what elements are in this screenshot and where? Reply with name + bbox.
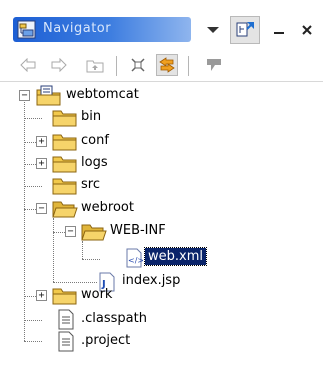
open-folder-icon — [81, 222, 107, 246]
focus-on-active-task-icon[interactable] — [230, 16, 260, 44]
collapse-toggle-icon[interactable]: − — [19, 90, 30, 101]
text-file-icon — [57, 331, 75, 357]
view-title: Navigator — [43, 21, 112, 36]
tree-item-label: bin — [81, 109, 102, 124]
tree-item-label: .classpath — [81, 311, 147, 326]
tree-item-label: work — [81, 287, 113, 302]
tree-item-label: webroot — [81, 200, 134, 215]
minimize-icon[interactable] — [266, 17, 292, 42]
view-tab[interactable]: Navigator — [13, 17, 191, 42]
resource-tree: − webtomcat bin + conf + logs src − webr… — [0, 82, 323, 371]
view-menu-icon[interactable] — [200, 17, 226, 42]
tree-item-label: conf — [81, 133, 109, 148]
navigator-view: Navigator − webtomcat bin + conf + logs … — [0, 0, 323, 371]
filter-icon[interactable] — [203, 54, 225, 76]
tree-item-project-file[interactable]: .project — [0, 331, 323, 353]
expand-toggle-icon[interactable]: + — [36, 290, 47, 301]
open-folder-icon — [52, 199, 78, 223]
forward-arrow-icon[interactable] — [48, 54, 70, 76]
collapse-toggle-icon[interactable]: − — [65, 226, 76, 237]
back-arrow-icon[interactable] — [17, 54, 39, 76]
tree-item-classpath[interactable]: .classpath — [0, 309, 323, 331]
tree-item-label: logs — [81, 155, 108, 170]
navigator-toolbar — [0, 52, 323, 78]
folder-icon — [52, 108, 78, 132]
toolbar-separator — [116, 56, 117, 76]
link-with-editor-icon[interactable] — [156, 54, 178, 76]
tree-item-web-xml[interactable]: </> web.xml — [0, 247, 323, 269]
navigator-view-icon — [17, 20, 36, 39]
tree-item-label: webtomcat — [66, 87, 139, 102]
folder-icon — [52, 286, 78, 310]
view-title-bar: Navigator — [0, 13, 323, 51]
svg-text:</>: </> — [128, 256, 143, 265]
xml-file-icon: </> — [125, 248, 144, 272]
tree-item-work[interactable]: + work — [0, 285, 323, 307]
tree-item-bin[interactable]: bin — [0, 107, 323, 129]
tree-item-label-selected: web.xml — [144, 247, 207, 266]
collapse-all-icon[interactable] — [127, 54, 149, 76]
tree-item-label: WEB-INF — [110, 223, 166, 238]
tree-item-src[interactable]: src — [0, 175, 323, 197]
tree-item-label: src — [81, 177, 100, 192]
tree-item-web-inf[interactable]: − WEB-INF — [0, 221, 323, 243]
folder-icon — [52, 176, 78, 200]
close-icon[interactable] — [294, 17, 320, 42]
expand-toggle-icon[interactable]: + — [36, 136, 47, 147]
collapse-toggle-icon[interactable]: − — [36, 203, 47, 214]
up-folder-icon[interactable] — [84, 54, 106, 76]
tree-item-conf[interactable]: + conf — [0, 131, 323, 153]
expand-toggle-icon[interactable]: + — [36, 158, 47, 169]
tree-item-webtomcat[interactable]: − webtomcat — [0, 85, 323, 107]
toolbar-separator — [188, 56, 189, 76]
tree-item-logs[interactable]: + logs — [0, 153, 323, 175]
tree-item-webroot[interactable]: − webroot — [0, 198, 323, 220]
tree-item-label: .project — [81, 333, 131, 348]
